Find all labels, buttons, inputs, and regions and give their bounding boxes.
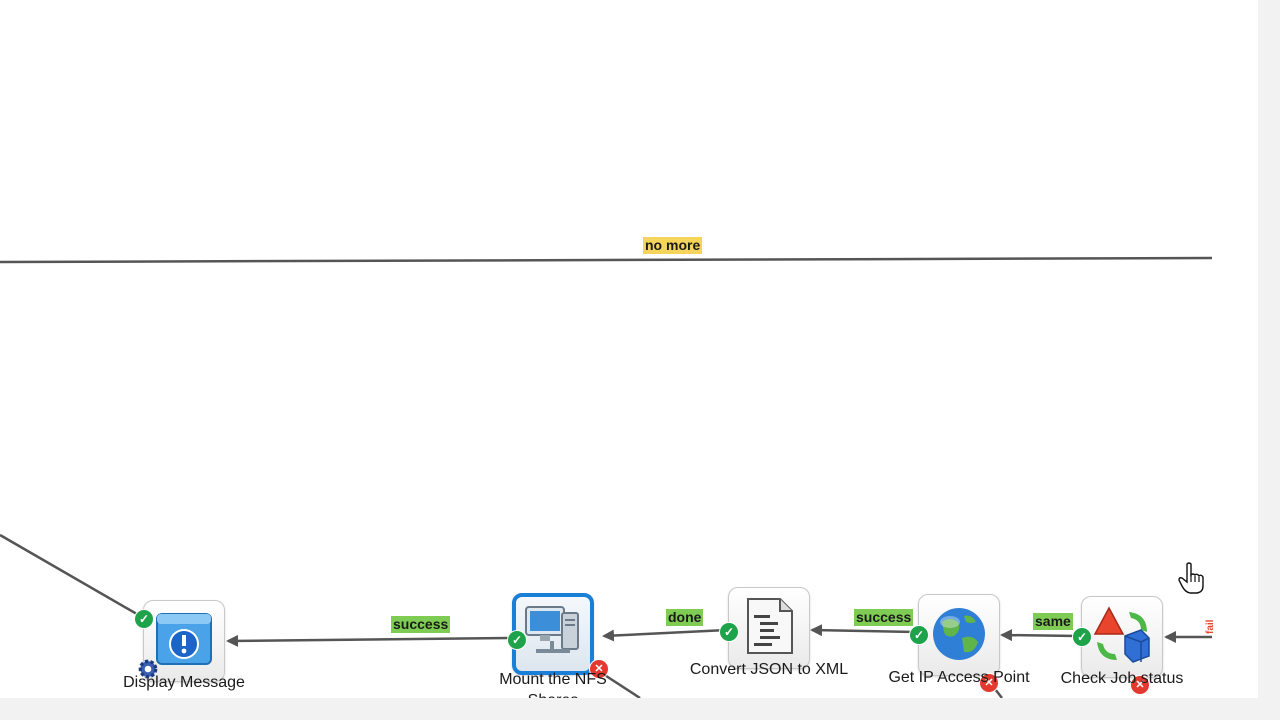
node-display-message[interactable]: ✓ Display Message — [123, 600, 245, 691]
node-label: Get IP Access Point — [888, 669, 1030, 686]
same-link — [1000, 629, 1079, 642]
no-more-label[interactable]: no more — [643, 237, 703, 254]
fail-label[interactable]: fail — [1202, 618, 1219, 636]
node-label: Display Message — [123, 674, 245, 691]
workflow-canvas[interactable]: no more success done success same fail ✓… — [0, 0, 1258, 698]
node-check-job-status[interactable]: ✓ ✕ Check Job status — [1061, 596, 1183, 694]
message-window-icon — [156, 613, 212, 665]
globe-icon — [933, 608, 985, 660]
done-label[interactable]: done — [666, 609, 704, 626]
connection-lines — [0, 256, 1213, 698]
incoming-link-diagonal — [0, 533, 143, 619]
node-label: Convert JSON to XML — [689, 661, 849, 678]
same-label[interactable]: same — [1033, 613, 1073, 630]
node-label: Check Job status — [1060, 670, 1184, 687]
success-link-2 — [810, 624, 917, 637]
success-label-1[interactable]: success — [391, 616, 451, 633]
node-mount-nfs[interactable]: ✓ ✕ Mount the NFS Shares — [499, 593, 608, 698]
no-more-link — [0, 256, 1213, 264]
node-label: Mount the NFS Shares — [499, 671, 607, 698]
success-label-2[interactable]: success — [854, 609, 914, 626]
success-status-icon: ✓ — [720, 623, 738, 641]
shapes-recycle-icon — [1093, 606, 1150, 663]
network-computer-icon — [525, 606, 579, 653]
success-link-1 — [226, 634, 513, 647]
hand-cursor-icon — [1178, 562, 1204, 594]
node-convert-json-xml[interactable]: ✓ Convert JSON to XML — [690, 587, 848, 678]
done-link — [602, 628, 728, 642]
success-status-icon: ✓ — [910, 626, 928, 644]
document-convert-icon — [747, 598, 793, 654]
node-get-ip-access-point[interactable]: ✓ ✕ Get IP Access Point — [888, 594, 1030, 692]
success-status-icon: ✓ — [1073, 628, 1091, 646]
success-status-icon: ✓ — [508, 631, 526, 649]
horizontal-scrollbar[interactable] — [0, 698, 1280, 720]
vertical-scrollbar[interactable] — [1258, 0, 1280, 720]
success-status-icon: ✓ — [135, 610, 153, 628]
